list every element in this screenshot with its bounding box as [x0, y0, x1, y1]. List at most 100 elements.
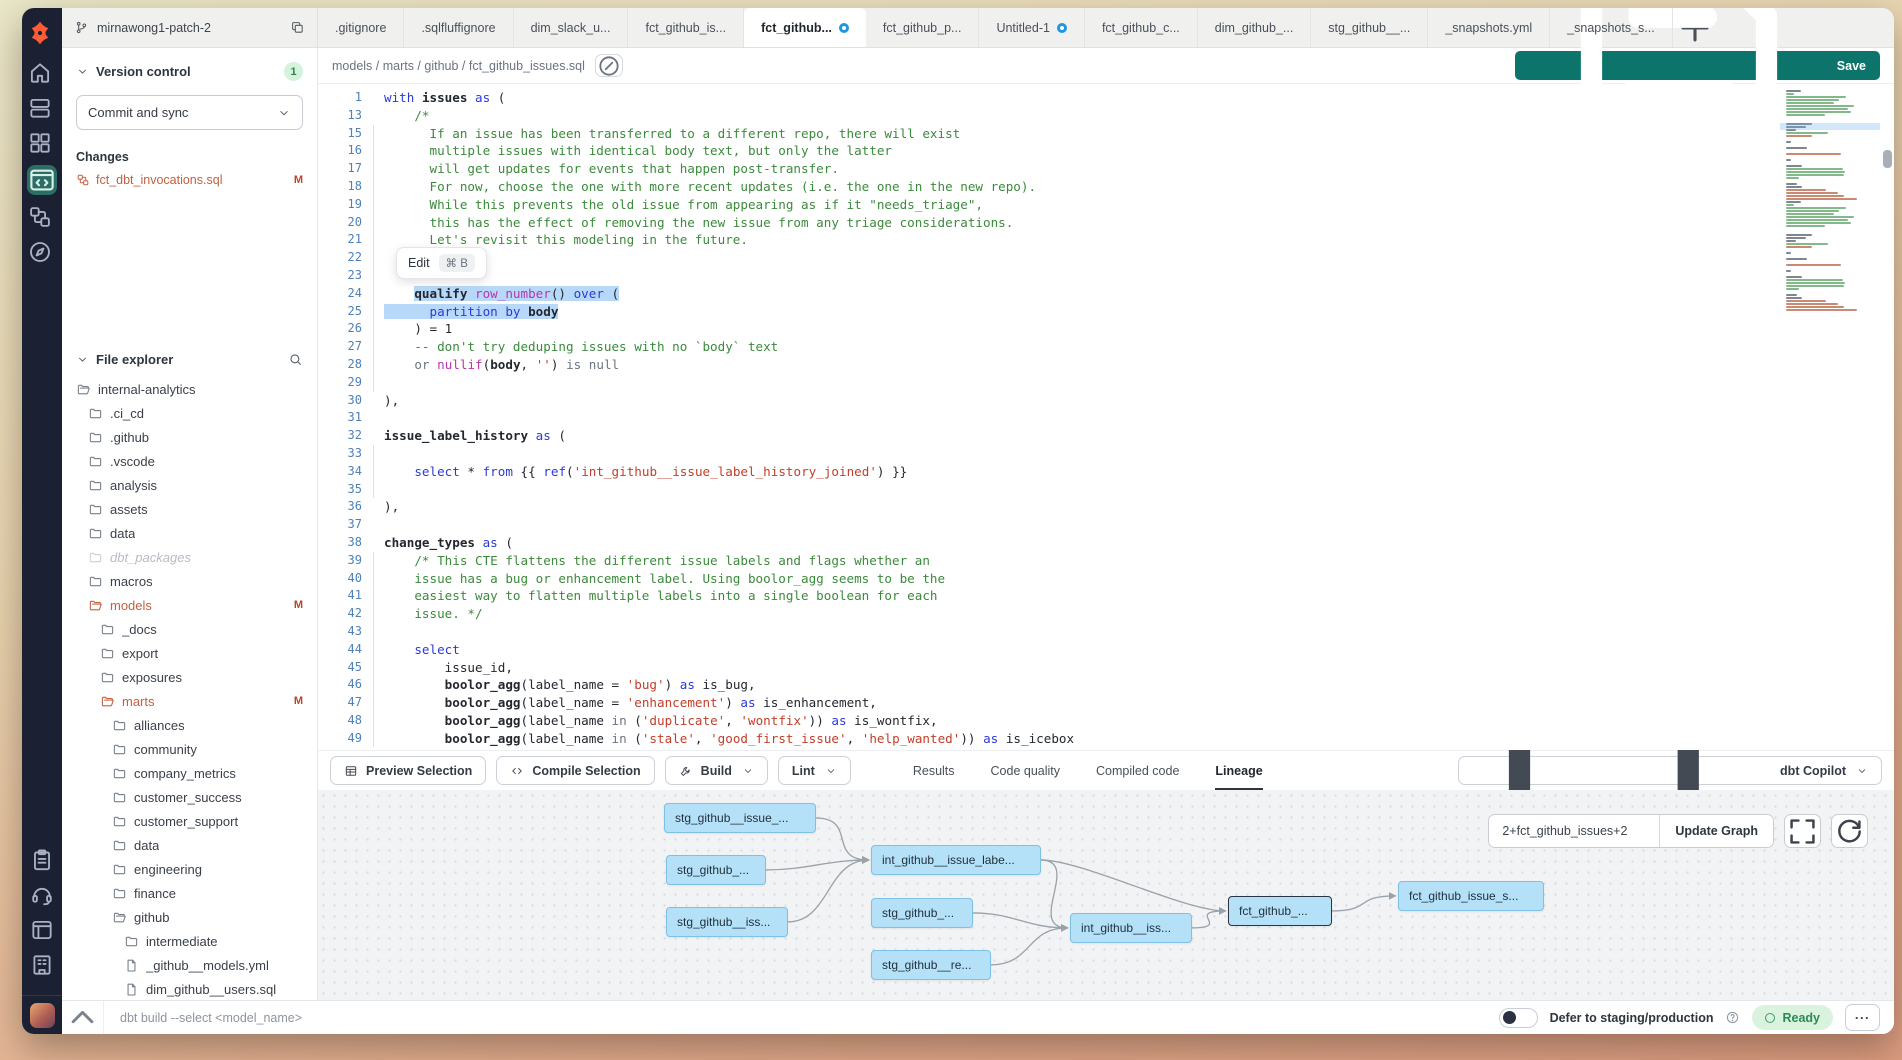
defer-toggle[interactable] — [1499, 1008, 1538, 1028]
update-graph-button[interactable]: Update Graph — [1659, 815, 1773, 847]
file-tab[interactable]: fct_github_c... — [1085, 8, 1198, 47]
tree-item-exposures[interactable]: exposures — [76, 665, 303, 689]
lineage-search-input[interactable] — [1489, 815, 1659, 847]
build-button[interactable]: Build — [665, 756, 768, 785]
lineage-node[interactable]: int_github__issue_labe... — [871, 845, 1041, 875]
file-tab[interactable]: dim_slack_u... — [514, 8, 629, 47]
file-explorer-header[interactable]: File explorer — [76, 352, 303, 367]
dbt-logo-icon[interactable] — [27, 20, 53, 46]
building-icon[interactable] — [29, 952, 55, 978]
tree-item-label: community — [134, 742, 197, 757]
preview-selection-button[interactable]: Preview Selection — [330, 756, 486, 785]
panel-tab-code-quality[interactable]: Code quality — [991, 751, 1061, 790]
tree-item-alliances[interactable]: alliances — [76, 713, 303, 737]
compass-icon[interactable] — [27, 239, 53, 265]
file-tab[interactable]: _snapshots.yml — [1428, 8, 1550, 47]
tree-item-.vscode[interactable]: .vscode — [76, 449, 303, 473]
tree-item-company_metrics[interactable]: company_metrics — [76, 761, 303, 785]
fullscreen-button[interactable] — [1784, 814, 1821, 848]
view-docs-button[interactable] — [595, 54, 623, 77]
file-tab[interactable]: .sqlfluffignore — [404, 8, 513, 47]
lineage-node[interactable]: stg_github_... — [666, 855, 766, 885]
line-number: 43 — [318, 623, 362, 641]
commit-and-sync-dropdown[interactable]: Commit and sync — [76, 95, 303, 130]
file-tab[interactable]: dim_github_... — [1198, 8, 1312, 47]
headset-icon[interactable] — [29, 882, 55, 908]
scrollbar-thumb[interactable] — [1883, 150, 1892, 168]
grid-icon[interactable] — [27, 130, 53, 156]
code-editor-icon[interactable] — [27, 165, 57, 195]
branch-compare-icon[interactable] — [27, 204, 53, 230]
tree-item-intermediate[interactable]: intermediate — [76, 929, 303, 953]
file-tab[interactable]: fct_github... — [744, 8, 866, 47]
lineage-node[interactable]: fct_github_issue_s... — [1398, 881, 1544, 911]
file-tab[interactable]: fct_github_p... — [866, 8, 980, 47]
more-options-button[interactable]: ... — [1845, 1004, 1880, 1031]
panel-tab-lineage[interactable]: Lineage — [1215, 751, 1262, 790]
file-tab[interactable]: _snapshots_s... — [1550, 8, 1673, 47]
compile-selection-button[interactable]: Compile Selection — [496, 756, 654, 785]
tree-item-dim_github__users.sql[interactable]: dim_github__users.sql — [76, 977, 303, 1000]
command-bar-expand-button[interactable] — [62, 1001, 104, 1034]
file-tab[interactable]: fct_github_is... — [628, 8, 744, 47]
lineage-node[interactable]: int_github__iss... — [1070, 913, 1192, 943]
tree-item-.github[interactable]: .github — [76, 425, 303, 449]
lineage-node[interactable]: stg_github__re... — [871, 950, 991, 980]
dbt-command-input[interactable] — [104, 1011, 1499, 1025]
lineage-node[interactable]: stg_github__iss... — [666, 907, 788, 937]
lineage-node[interactable]: stg_github_... — [871, 898, 973, 928]
panel-tab-compiled-code[interactable]: Compiled code — [1096, 751, 1179, 790]
minimap[interactable] — [1786, 90, 1878, 312]
folder-icon — [88, 550, 103, 565]
tree-item-label: data — [134, 838, 159, 853]
tree-item-internal-analytics[interactable]: internal-analytics — [76, 377, 303, 401]
changed-file-item[interactable]: fct_dbt_invocations.sqlM — [76, 173, 303, 187]
tree-item-.ci_cd[interactable]: .ci_cd — [76, 401, 303, 425]
tree-item-github[interactable]: github — [76, 905, 303, 929]
file-tab[interactable]: stg_github__... — [1311, 8, 1428, 47]
tree-item-analysis[interactable]: analysis — [76, 473, 303, 497]
lint-button[interactable]: Lint — [778, 756, 851, 785]
file-tab[interactable]: .gitignore — [318, 8, 404, 47]
tree-item-_github__models.yml[interactable]: _github__models.yml — [76, 953, 303, 977]
code-editor[interactable]: 1with issues as (13 /*15 If an issue has… — [318, 84, 1894, 750]
refresh-graph-button[interactable] — [1831, 814, 1868, 848]
lineage-node[interactable]: stg_github__issue_... — [664, 803, 816, 833]
breadcrumb[interactable]: models / marts / github / fct_github_iss… — [332, 59, 585, 73]
lineage-node[interactable]: fct_github_... — [1228, 896, 1332, 926]
clipboard-icon[interactable] — [29, 847, 55, 873]
tree-item-customer_support[interactable]: customer_support — [76, 809, 303, 833]
tree-item-community[interactable]: community — [76, 737, 303, 761]
tree-item-customer_success[interactable]: customer_success — [76, 785, 303, 809]
browser-icon[interactable] — [29, 917, 55, 943]
tree-item-models[interactable]: modelsM — [76, 593, 303, 617]
fullscreen-icon — [1785, 814, 1820, 849]
edit-tooltip[interactable]: Edit ⌘ B — [396, 247, 487, 279]
tree-item-data[interactable]: data — [76, 521, 303, 545]
version-control-header[interactable]: Version control 1 — [76, 62, 303, 81]
lineage-canvas[interactable]: stg_github__issue_... stg_github_... stg_g… — [318, 790, 1894, 1000]
save-button[interactable]: Save — [1515, 51, 1880, 80]
lineage-search-group: Update Graph — [1488, 814, 1774, 848]
tree-item-export[interactable]: export — [76, 641, 303, 665]
help-icon[interactable] — [1725, 1010, 1740, 1025]
home-icon[interactable] — [27, 60, 53, 86]
tree-item-finance[interactable]: finance — [76, 881, 303, 905]
tree-item-data[interactable]: data — [76, 833, 303, 857]
panel-tab-results[interactable]: Results — [913, 751, 955, 790]
tree-item-_docs[interactable]: _docs — [76, 617, 303, 641]
editor-scrollbar[interactable] — [1883, 86, 1892, 748]
user-avatar[interactable] — [30, 1003, 55, 1028]
tree-item-assets[interactable]: assets — [76, 497, 303, 521]
tree-item-marts[interactable]: martsM — [76, 689, 303, 713]
search-icon[interactable] — [288, 352, 303, 367]
copy-branch-icon[interactable] — [290, 20, 305, 35]
tree-item-engineering[interactable]: engineering — [76, 857, 303, 881]
tree-item-dbt_packages[interactable]: dbt_packages — [76, 545, 303, 569]
branch-tab[interactable]: mirnawong1-patch-2 — [62, 8, 318, 47]
file-tab[interactable]: Untitled-1 — [979, 8, 1085, 47]
dbt-copilot-button[interactable]: dbt Copilot — [1458, 756, 1882, 785]
inbox-icon[interactable] — [27, 95, 53, 121]
tree-item-macros[interactable]: macros — [76, 569, 303, 593]
folder-open-icon — [100, 694, 115, 709]
